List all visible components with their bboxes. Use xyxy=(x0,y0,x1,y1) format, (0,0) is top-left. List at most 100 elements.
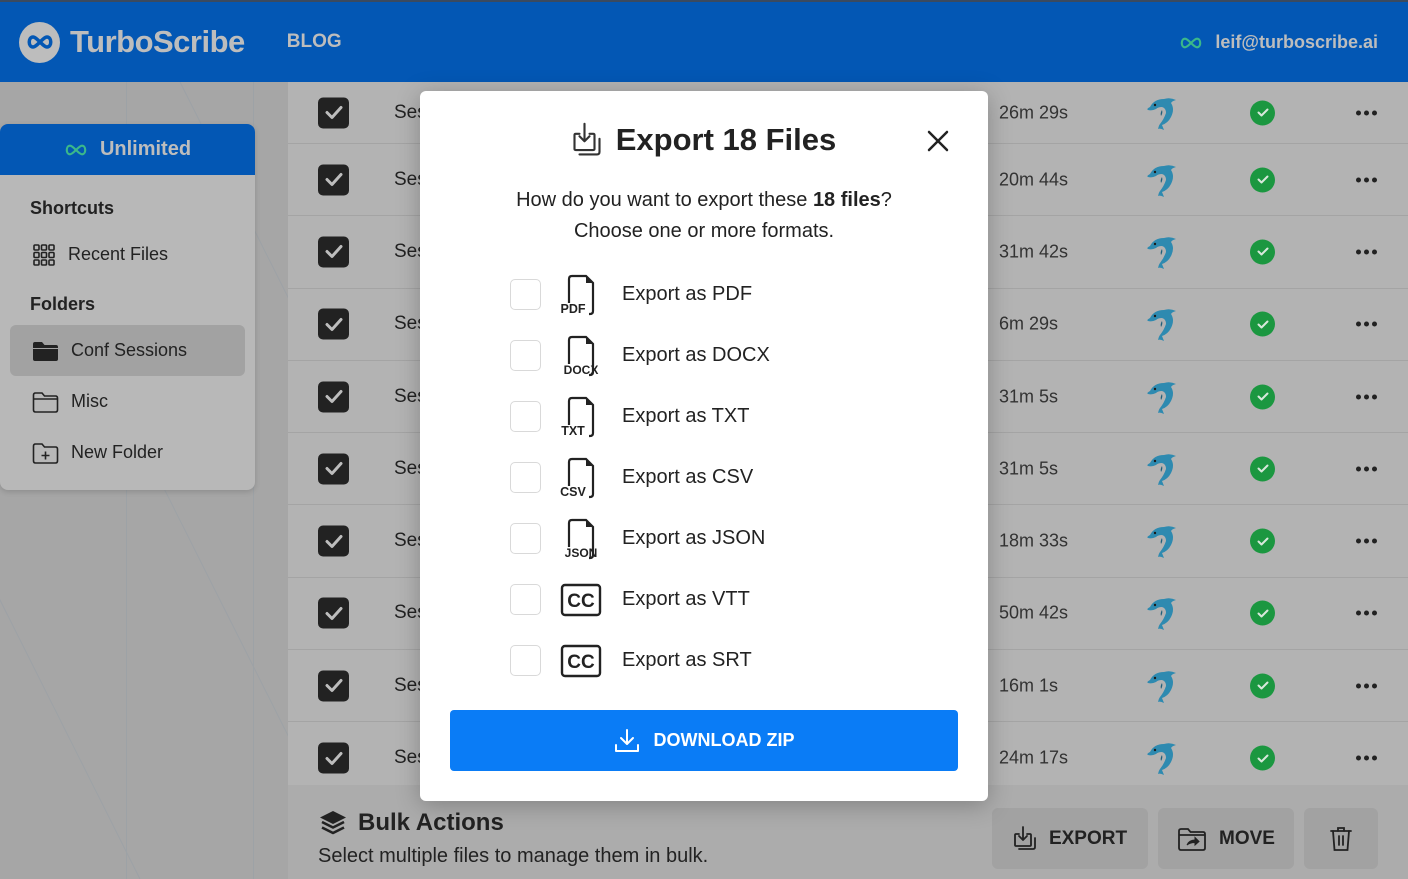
svg-text:CC: CC xyxy=(567,652,595,673)
row-checkbox[interactable] xyxy=(318,236,349,268)
option-checkbox[interactable] xyxy=(510,584,541,615)
desc-line2: Choose one or more formats. xyxy=(573,220,835,242)
sidebar-item-new-folder[interactable]: New Folder xyxy=(10,427,245,478)
option-label: Export as VTT xyxy=(622,588,750,610)
row-checkbox[interactable] xyxy=(318,97,349,128)
more-options-icon[interactable] xyxy=(1356,321,1377,327)
row-checkbox[interactable] xyxy=(318,742,349,774)
sidebar-item-conf-sessions[interactable]: Conf Sessions xyxy=(10,325,245,376)
file-csv-icon: CSV xyxy=(559,456,603,500)
closed-captions-icon: CC xyxy=(559,639,603,683)
sidebar-item-recent-files[interactable]: Recent Files xyxy=(10,229,245,280)
checkmark-icon xyxy=(325,390,342,404)
bulk-actions-heading: Bulk Actions xyxy=(318,809,504,837)
svg-text:CSV: CSV xyxy=(560,485,586,499)
checkmark-icon xyxy=(325,751,342,765)
download-icon xyxy=(614,728,639,752)
folder-filled-icon xyxy=(33,341,58,361)
status-complete-icon xyxy=(1250,167,1275,193)
download-zip-button[interactable]: DOWNLOAD ZIP xyxy=(450,710,958,771)
user-email: leif@turboscribe.ai xyxy=(1215,32,1378,52)
status-complete-icon xyxy=(1250,239,1275,265)
dolphin-icon xyxy=(1147,237,1176,269)
export-option-json[interactable]: JSON Export as JSON xyxy=(510,508,770,569)
more-options-icon[interactable] xyxy=(1356,466,1377,472)
status-complete-icon xyxy=(1250,384,1275,410)
more-options-icon[interactable] xyxy=(1356,177,1377,183)
export-option-csv[interactable]: CSV Export as CSV xyxy=(510,447,770,508)
option-label: Export as CSV xyxy=(622,466,754,488)
desc-text: How do you want to export these xyxy=(516,189,813,211)
bulk-move-button[interactable]: MOVE xyxy=(1158,808,1294,869)
checkmark-icon xyxy=(325,679,342,693)
row-checkbox[interactable] xyxy=(318,308,349,340)
plan-label: Unlimited xyxy=(99,138,192,160)
row-checkbox[interactable] xyxy=(318,525,349,557)
bulk-export-button[interactable]: EXPORT xyxy=(992,808,1148,869)
dolphin-icon xyxy=(1147,381,1176,414)
closed-captions-icon: CC xyxy=(559,578,603,622)
more-options-icon[interactable] xyxy=(1356,683,1377,689)
checkmark-icon xyxy=(325,245,342,259)
status-complete-icon xyxy=(1250,745,1275,771)
more-options-icon[interactable] xyxy=(1356,249,1377,255)
export-modal: Export 18 Files How do you want to expor… xyxy=(420,91,988,801)
infinity-icon xyxy=(65,144,87,155)
logo[interactable]: TurboScribe xyxy=(19,21,245,63)
export-option-srt[interactable]: CC Export as SRT xyxy=(510,630,770,691)
grid-icon xyxy=(33,243,55,266)
option-checkbox[interactable] xyxy=(510,645,541,676)
nav-blog-link[interactable]: BLOG xyxy=(287,31,342,53)
bulk-move-label: MOVE xyxy=(1219,827,1275,849)
sidebar-item-label: Misc xyxy=(71,391,108,411)
option-checkbox[interactable] xyxy=(510,401,541,432)
more-options-icon[interactable] xyxy=(1356,755,1377,761)
bulk-delete-button[interactable] xyxy=(1304,808,1378,869)
checkmark-icon xyxy=(325,173,342,187)
sidebar-item-label: Conf Sessions xyxy=(71,340,188,360)
more-options-icon[interactable] xyxy=(1356,538,1377,544)
user-account[interactable]: leif@turboscribe.ai xyxy=(1179,32,1378,53)
export-option-vtt[interactable]: CC Export as VTT xyxy=(510,569,770,630)
option-checkbox[interactable] xyxy=(510,523,541,554)
svg-text:PDF: PDF xyxy=(561,302,586,316)
option-checkbox[interactable] xyxy=(510,462,541,493)
checkmark-icon xyxy=(325,534,342,548)
sidebar-item-misc[interactable]: Misc xyxy=(10,376,245,427)
svg-text:JSON: JSON xyxy=(565,546,598,560)
more-options-icon[interactable] xyxy=(1356,610,1377,616)
checkmark-icon xyxy=(325,106,342,119)
dolphin-icon xyxy=(1147,743,1176,776)
desc-file-count: 18 files xyxy=(812,189,881,211)
row-checkbox[interactable] xyxy=(318,453,349,485)
option-checkbox[interactable] xyxy=(510,279,541,310)
row-checkbox[interactable] xyxy=(318,381,349,413)
bulk-actions-title: Bulk Actions xyxy=(358,809,504,836)
svg-text:CC: CC xyxy=(567,591,595,612)
checkmark-icon xyxy=(325,317,342,331)
option-label: Export as SRT xyxy=(622,649,752,671)
app-name: TurboScribe xyxy=(70,24,245,59)
more-options-icon[interactable] xyxy=(1356,110,1377,115)
row-checkbox[interactable] xyxy=(318,164,349,196)
download-zip-label: DOWNLOAD ZIP xyxy=(653,730,795,750)
export-option-docx[interactable]: DOCX Export as DOCX xyxy=(510,325,770,386)
export-option-txt[interactable]: TXT Export as TXT xyxy=(510,386,770,447)
export-icon xyxy=(573,122,601,156)
option-label: Export as TXT xyxy=(622,405,750,427)
dolphin-icon xyxy=(1147,526,1176,559)
file-duration: 6m 29s xyxy=(999,313,1059,334)
row-checkbox[interactable] xyxy=(318,670,349,702)
dolphin-icon xyxy=(1147,97,1176,130)
row-checkbox[interactable] xyxy=(318,597,349,629)
checkmark-icon xyxy=(325,462,342,476)
export-option-pdf[interactable]: PDF Export as PDF xyxy=(510,264,770,325)
dolphin-icon xyxy=(1147,598,1176,631)
close-icon[interactable] xyxy=(926,129,950,153)
status-complete-icon xyxy=(1250,100,1275,125)
folder-move-icon xyxy=(1178,827,1206,851)
option-checkbox[interactable] xyxy=(510,340,541,371)
more-options-icon[interactable] xyxy=(1356,394,1377,400)
checkmark-icon xyxy=(325,606,342,620)
plan-badge[interactable]: Unlimited xyxy=(0,124,255,175)
